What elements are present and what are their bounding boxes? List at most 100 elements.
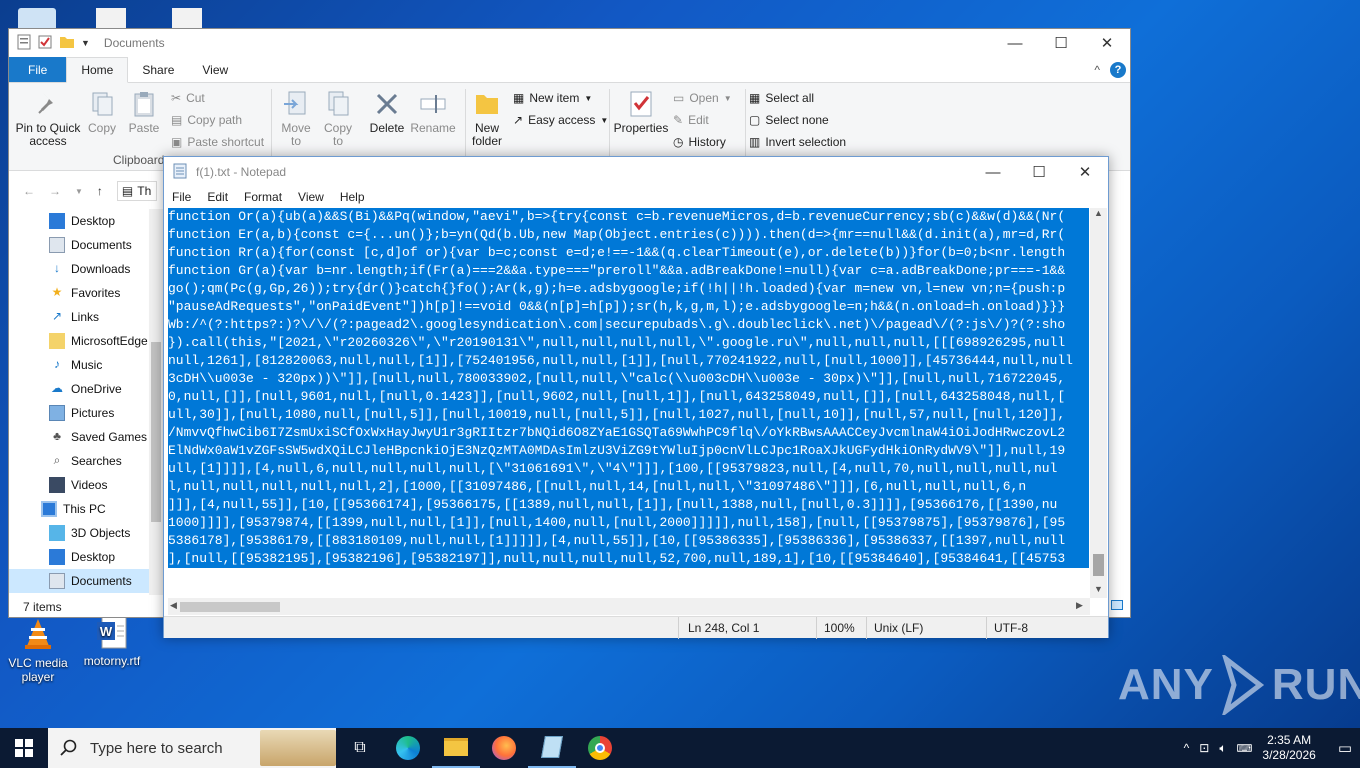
scroll-right-arrow-icon[interactable]: ▶ [1076, 600, 1083, 611]
desktop-icon-motorny[interactable]: W motorny.rtf [74, 614, 150, 668]
open-button[interactable]: ▭ Open ▼ [673, 91, 732, 105]
taskbar-notepad[interactable] [528, 728, 576, 768]
collapse-ribbon-icon[interactable]: ^ [1094, 63, 1100, 77]
undo-checklist-icon[interactable] [37, 34, 53, 53]
nav-item[interactable]: Documents [9, 233, 159, 257]
menu-help[interactable]: Help [340, 190, 365, 204]
edit-button[interactable]: ✎ Edit [673, 113, 709, 127]
maximize-button[interactable]: ☐ [1038, 29, 1084, 57]
paste-shortcut-button[interactable]: ▣ Paste shortcut [171, 135, 264, 149]
nav-item[interactable]: Desktop [9, 209, 159, 233]
notepad-window[interactable]: f(1).txt - Notepad — ☐ ✕ File Edit Forma… [163, 156, 1109, 639]
up-arrow-icon[interactable]: ↑ [97, 184, 103, 198]
new-item-button[interactable]: ▦ New item ▼ [513, 91, 592, 105]
text-line[interactable]: null,1261],[812820063,null,null,[1]],[75… [168, 352, 1089, 370]
text-line[interactable]: ElNdWx0aW1vZGFsSW5wdXQiLCJleHBpcnkiOjE3N… [168, 442, 1089, 460]
desktop-icon-partial-2[interactable] [96, 8, 126, 28]
select-none-button[interactable]: ▢ Select none [749, 113, 829, 127]
text-line[interactable]: l,null,null,null,null,null,2],[1000,[[31… [168, 478, 1089, 496]
help-icon[interactable]: ? [1110, 61, 1126, 78]
text-line[interactable]: function Rr(a){for(const [c,d]of or){var… [168, 244, 1089, 262]
copy-button[interactable]: Copy [87, 89, 117, 135]
nav-scrollbar[interactable] [149, 209, 163, 595]
menu-edit[interactable]: Edit [207, 190, 228, 204]
scrollbar-thumb[interactable] [180, 602, 280, 612]
menu-format[interactable]: Format [244, 190, 282, 204]
nav-item[interactable]: 3D Objects [9, 521, 159, 545]
text-line[interactable]: 1000]]]],[95379874,[[1399,null,null,[1]]… [168, 514, 1089, 532]
new-folder-quick-icon[interactable] [59, 35, 75, 52]
text-line[interactable]: function Gr(a){var b=nr.length;if(Fr(a)=… [168, 262, 1089, 280]
taskbar-firefox[interactable] [480, 728, 528, 768]
nav-item[interactable]: ♪ Music [9, 353, 159, 377]
pin-quick-access-button[interactable]: Pin to Quick access [13, 89, 83, 148]
nav-item[interactable]: Desktop [9, 545, 159, 569]
paste-button[interactable]: Paste [127, 89, 161, 135]
close-button[interactable]: ✕ [1062, 158, 1108, 186]
taskbar-search-box[interactable]: Type here to search [48, 728, 336, 768]
tab-file[interactable]: File [9, 57, 67, 82]
nav-item[interactable]: ☁ OneDrive [9, 377, 159, 401]
scroll-up-arrow-icon[interactable]: ▲ [1094, 208, 1103, 218]
text-line[interactable]: 0,null,[]],[null,9601,null,[null,0.1423]… [168, 388, 1089, 406]
volume-icon[interactable]: 🔈︎ [1219, 741, 1226, 756]
text-line[interactable]: ]]],[4,null,55]],[10,[[95366174],[953661… [168, 496, 1089, 514]
nav-item[interactable]: MicrosoftEdge [9, 329, 159, 353]
forward-arrow-icon[interactable]: → [49, 184, 61, 198]
text-line[interactable]: 5386178],[95386179,[[883180109,null,null… [168, 532, 1089, 550]
desktop-icon-partial-1[interactable] [18, 8, 56, 28]
text-line[interactable]: "pauseAdRequests","onPaidEvent"])h[p]!==… [168, 298, 1089, 316]
text-line[interactable]: ],[null,[[95382195],[95382196],[95382197… [168, 550, 1089, 568]
vertical-scrollbar[interactable]: ▲ ▼ [1090, 208, 1107, 598]
text-editor[interactable]: function Or(a){ub(a)&&S(Bi)&&Pq(window,"… [168, 208, 1089, 570]
nav-item[interactable]: ⌕ Searches [9, 449, 159, 473]
text-line[interactable]: go();qm(Pc(g,Gp,26));try{dr()}catch{}fo(… [168, 280, 1089, 298]
notification-icon[interactable]: ▭ [1338, 739, 1352, 757]
tab-view[interactable]: View [188, 57, 242, 82]
nav-item[interactable]: This PC [9, 497, 159, 521]
copy-path-button[interactable]: ▤ Copy path [171, 113, 242, 127]
menu-view[interactable]: View [298, 190, 324, 204]
language-icon[interactable]: ⌨ [1237, 742, 1253, 755]
properties-quick-icon[interactable] [17, 34, 31, 53]
scroll-down-arrow-icon[interactable]: ▼ [1094, 584, 1103, 594]
chevron-down-icon[interactable]: ▼ [81, 38, 90, 48]
network-icon[interactable]: ⊡ [1199, 741, 1209, 755]
minimize-button[interactable]: — [970, 158, 1016, 186]
start-button[interactable] [0, 728, 48, 768]
close-button[interactable]: ✕ [1084, 29, 1130, 57]
delete-button[interactable]: Delete [369, 89, 405, 135]
nav-item[interactable]: Pictures [9, 401, 159, 425]
text-line[interactable]: 3cDH\\u003e - 320px))\"]],[null,null,780… [168, 370, 1089, 388]
tab-home[interactable]: Home [66, 57, 129, 83]
explorer-titlebar[interactable]: ▼ Documents — ☐ ✕ [9, 29, 1130, 57]
chevron-up-icon[interactable]: ^ [1184, 741, 1190, 755]
taskbar-edge[interactable] [384, 728, 432, 768]
notepad-titlebar[interactable]: f(1).txt - Notepad — ☐ ✕ [164, 157, 1108, 187]
properties-button[interactable]: Properties [613, 89, 669, 135]
cut-button[interactable]: ✂ Cut [171, 91, 205, 105]
text-line[interactable]: Wb:/^(?:https?:)?\/\/(?:pagead2\.googles… [168, 316, 1089, 334]
desktop-icon-partial-3[interactable] [172, 8, 202, 28]
easy-access-button[interactable]: ↗ Easy access ▼ [513, 113, 608, 127]
nav-item[interactable]: ↓ Downloads [9, 257, 159, 281]
text-line[interactable]: }).call(this,"[2021,\"r20260326\",\"r201… [168, 334, 1089, 352]
nav-item[interactable]: ♣ Saved Games [9, 425, 159, 449]
text-line[interactable]: ull,30]],[null,1080,null,[null,5]],[null… [168, 406, 1089, 424]
new-folder-button[interactable]: New folder [469, 89, 505, 148]
nav-item[interactable]: ★ Favorites [9, 281, 159, 305]
text-line[interactable]: function Or(a){ub(a)&&S(Bi)&&Pq(window,"… [168, 208, 1089, 226]
address-field[interactable]: ▤ Th [116, 181, 157, 201]
scrollbar-thumb[interactable] [1093, 554, 1104, 576]
text-line[interactable]: function Er(a,b){const c={...un()};b=yn(… [168, 226, 1089, 244]
details-view-icon[interactable] [1111, 600, 1123, 610]
text-line[interactable]: ull,[1]]]],[4,null,6,null,null,null,null… [168, 460, 1089, 478]
menu-file[interactable]: File [172, 190, 191, 204]
select-all-button[interactable]: ▦ Select all [749, 91, 814, 105]
move-to-button[interactable]: Move to [279, 89, 313, 148]
copy-to-button[interactable]: Copy to [321, 89, 355, 148]
minimize-button[interactable]: — [992, 29, 1038, 57]
clock[interactable]: 2:35 AM 3/28/2026 [1262, 733, 1315, 763]
taskbar-file-explorer[interactable] [432, 728, 480, 768]
scrollbar-thumb[interactable] [151, 342, 161, 522]
